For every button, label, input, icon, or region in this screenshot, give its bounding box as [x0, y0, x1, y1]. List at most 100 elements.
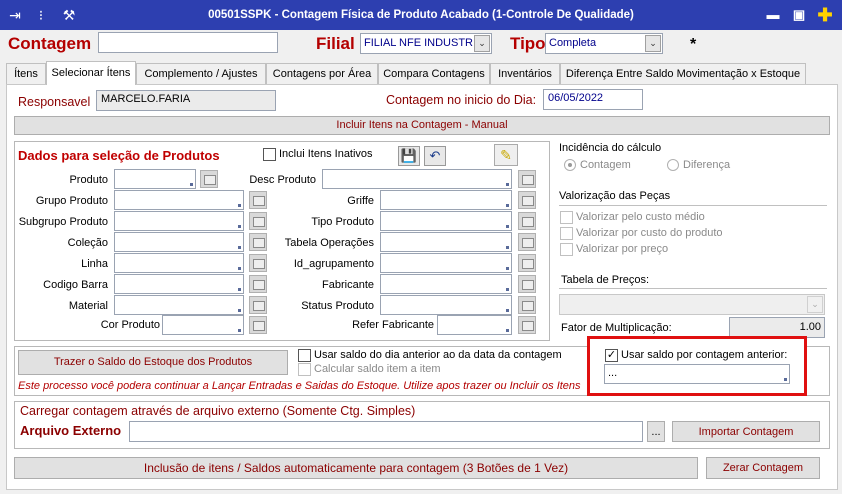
valorizar-custo-produto-checkbox[interactable]	[560, 227, 573, 240]
desc-produto-input[interactable]	[322, 169, 512, 189]
fabricante-input[interactable]	[380, 274, 512, 294]
cor-produto-lookup-icon[interactable]	[249, 316, 267, 334]
valorizar-preco-checkbox[interactable]	[560, 243, 573, 256]
cor-produto-input[interactable]	[162, 315, 244, 335]
status-produto-lookup-icon[interactable]	[518, 296, 536, 314]
status-produto-label: Status Produto	[301, 300, 374, 312]
fator-label: Fator de Multiplicação:	[561, 322, 672, 334]
usar-dia-anterior-checkbox[interactable]	[298, 349, 311, 362]
tabela-operacoes-label: Tabela Operações	[284, 237, 374, 249]
produto-input[interactable]	[114, 169, 196, 189]
tabela-precos-label: Tabela de Preços:	[561, 274, 650, 286]
linha-label: Linha	[81, 258, 108, 270]
arquivo-externo-input[interactable]	[129, 421, 643, 442]
colecao-lookup-icon[interactable]	[249, 233, 267, 251]
trazer-saldo-button[interactable]: Trazer o Saldo do Estoque dos Produtos	[18, 350, 288, 375]
id-agrupamento-lookup-icon[interactable]	[518, 254, 536, 272]
inclui-inativos-label: Inclui Itens Inativos	[279, 148, 373, 160]
restore-icon[interactable]: ▣	[790, 6, 808, 24]
status-produto-input[interactable]	[380, 295, 512, 315]
material-input[interactable]	[114, 295, 244, 315]
griffe-input[interactable]	[380, 190, 512, 210]
codigo-barra-input[interactable]	[114, 274, 244, 294]
valorizar-preco-label: Valorizar por preço	[576, 243, 669, 255]
linha-lookup-icon[interactable]	[249, 254, 267, 272]
eraser-icon[interactable]: ✎	[494, 144, 518, 166]
desc-produto-label: Desc Produto	[249, 174, 316, 186]
plus-icon[interactable]: ✚	[816, 6, 834, 24]
tab-contagens-por-area[interactable]: Contagens por Área	[266, 63, 378, 84]
grupo-produto-input[interactable]	[114, 190, 244, 210]
inclusao-automatica-button[interactable]: Inclusão de itens / Saldos automaticamen…	[14, 457, 698, 479]
saldo-note: Este processo você podera continuar a La…	[18, 380, 581, 392]
importar-contagem-button[interactable]: Importar Contagem	[672, 421, 820, 442]
codigo-barra-label: Codigo Barra	[43, 279, 108, 291]
refer-fabricante-input[interactable]	[437, 315, 512, 335]
filial-label: Filial	[316, 34, 355, 53]
fator-input[interactable]: 1.00	[729, 317, 825, 338]
refer-fabricante-lookup-icon[interactable]	[518, 316, 536, 334]
incluir-manual-button[interactable]: Incluir Itens na Contagem - Manual	[14, 116, 830, 135]
tab-compara-contagens[interactable]: Compara Contagens	[378, 63, 490, 84]
zerar-contagem-button[interactable]: Zerar Contagem	[706, 457, 820, 479]
tipo-select[interactable]: Completa ⌄	[545, 33, 663, 54]
material-label: Material	[68, 300, 108, 312]
chevron-down-icon[interactable]: ⌄	[807, 296, 823, 313]
tipo-produto-label: Tipo Produto	[311, 216, 374, 228]
colecao-input[interactable]	[114, 232, 244, 252]
tabela-precos-divider	[559, 288, 827, 289]
incidencia-label: Incidência do cálculo	[559, 142, 662, 154]
fabricante-lookup-icon[interactable]	[518, 275, 536, 293]
tabela-operacoes-lookup-icon[interactable]	[518, 233, 536, 251]
linha-input[interactable]	[114, 253, 244, 273]
refer-fabricante-label: Refer Fabricante	[352, 319, 434, 331]
tab-selecionar-itens[interactable]: Selecionar Ítens	[46, 61, 136, 85]
undo-icon[interactable]: ↶	[424, 146, 446, 166]
tab-itens[interactable]: Ítens	[6, 63, 46, 84]
incidencia-contagem-radio[interactable]	[564, 159, 576, 171]
grupo-produto-label: Grupo Produto	[35, 195, 108, 207]
contagem-inicio-date[interactable]: 06/05/2022	[543, 89, 643, 110]
calcular-item-checkbox[interactable]	[298, 363, 311, 376]
contagem-input[interactable]	[98, 32, 278, 53]
calcular-item-label: Calcular saldo item a item	[314, 363, 441, 375]
tipo-value: Completa	[549, 37, 597, 49]
tab-inventarios[interactable]: Inventários	[490, 63, 560, 84]
valorizar-custo-produto-label: Valorizar por custo do produto	[576, 227, 723, 239]
subgrupo-produto-input[interactable]	[114, 211, 244, 231]
tab-complemento-ajustes[interactable]: Complemento / Ajustes	[136, 63, 266, 84]
tabela-operacoes-input[interactable]	[380, 232, 512, 252]
tipo-produto-input[interactable]	[380, 211, 512, 231]
usar-contagem-anterior-checkbox[interactable]: ✓	[605, 349, 618, 362]
minimize-icon[interactable]: ▬	[764, 6, 782, 24]
valorizar-custo-medio-label: Valorizar pelo custo médio	[576, 211, 705, 223]
material-lookup-icon[interactable]	[249, 296, 267, 314]
desc-produto-lookup-icon[interactable]	[518, 170, 536, 188]
chevron-down-icon[interactable]: ⌄	[645, 35, 661, 52]
incidencia-diferenca-radio[interactable]	[667, 159, 679, 171]
incidencia-contagem-label: Contagem	[580, 159, 631, 171]
codigo-barra-lookup-icon[interactable]	[249, 275, 267, 293]
filial-select[interactable]: FILIAL NFE INDUSTRIA ⌄	[360, 33, 492, 54]
tipo-produto-lookup-icon[interactable]	[518, 212, 536, 230]
inclui-inativos-checkbox[interactable]	[263, 148, 276, 161]
chevron-down-icon[interactable]: ⌄	[474, 35, 490, 52]
contagem-anterior-input[interactable]: ...	[604, 364, 790, 384]
id-agrupamento-label: Id_agrupamento	[293, 258, 374, 270]
subgrupo-produto-label: Subgrupo Produto	[18, 216, 108, 228]
valorizar-custo-medio-checkbox[interactable]	[560, 211, 573, 224]
contagem-inicio-label: Contagem no inicio do Dia:	[386, 93, 537, 107]
tabela-precos-select[interactable]: ⌄	[559, 294, 825, 315]
window-title: 00501SSPK - Contagem Física de Produto A…	[208, 9, 634, 21]
tab-diferenca-saldo[interactable]: Diferença Entre Saldo Movimentação x Est…	[560, 63, 806, 84]
grupo-produto-lookup-icon[interactable]	[249, 191, 267, 209]
subgrupo-produto-lookup-icon[interactable]	[249, 212, 267, 230]
save-icon[interactable]: 💾	[398, 146, 420, 166]
produto-lookup-icon[interactable]	[200, 170, 218, 188]
usar-dia-anterior-label: Usar saldo do dia anterior ao da data da…	[314, 349, 562, 361]
griffe-lookup-icon[interactable]	[518, 191, 536, 209]
tipo-label: Tipo	[510, 34, 546, 53]
id-agrupamento-input[interactable]	[380, 253, 512, 273]
browse-button[interactable]: ...	[647, 421, 665, 442]
responsavel-field: MARCELO.FARIA	[96, 90, 276, 111]
